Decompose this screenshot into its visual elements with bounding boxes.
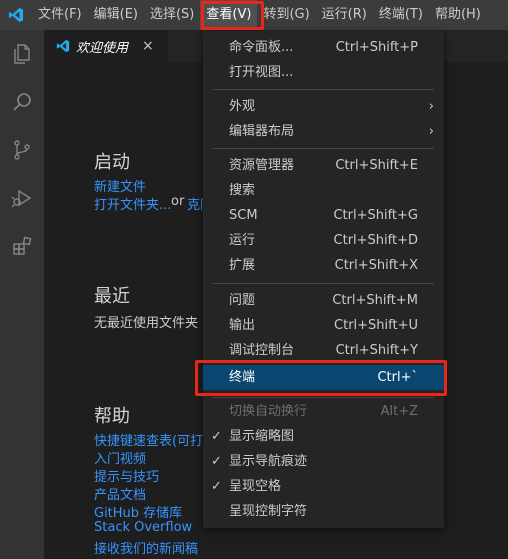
- menu-run[interactable]: 运行(R): [316, 0, 373, 30]
- run-debug-icon[interactable]: [0, 174, 44, 222]
- chevron-right-icon: ›: [428, 124, 434, 139]
- menu-item-editor-layout[interactable]: 编辑器布局 ›: [203, 119, 444, 144]
- menu-item-show-breadcrumbs[interactable]: ✓ 显示导航痕迹: [203, 449, 444, 474]
- vscode-logo-icon: [56, 39, 70, 53]
- menu-separator: [213, 89, 434, 90]
- menu-item-extensions[interactable]: 扩展 Ctrl+Shift+X: [203, 253, 444, 278]
- menu-item-show-minimap[interactable]: ✓ 显示缩略图: [203, 424, 444, 449]
- tab-title: 欢迎使用: [76, 40, 129, 56]
- start-heading: 启动: [94, 152, 130, 173]
- help-link[interactable]: 提示与技巧: [94, 466, 159, 485]
- menu-separator: [213, 397, 434, 398]
- menu-terminal[interactable]: 终端(T): [373, 0, 429, 30]
- menu-item-command-palette[interactable]: 命令面板... Ctrl+Shift+P: [203, 35, 444, 60]
- menu-selection[interactable]: 选择(S): [144, 0, 200, 30]
- new-file-link[interactable]: 新建文件: [94, 176, 146, 195]
- menu-item-problems[interactable]: 问题 Ctrl+Shift+M: [203, 288, 444, 313]
- menu-item-explorer[interactable]: 资源管理器 Ctrl+Shift+E: [203, 153, 444, 178]
- menu-item-search[interactable]: 搜索: [203, 178, 444, 203]
- menu-item-appearance[interactable]: 外观 ›: [203, 94, 444, 119]
- menu-item-render-whitespace[interactable]: ✓ 呈现空格: [203, 474, 444, 499]
- check-icon: ✓: [211, 429, 222, 444]
- chevron-right-icon: ›: [428, 99, 434, 114]
- menu-edit[interactable]: 编辑(E): [88, 0, 144, 30]
- view-menu-dropdown: 命令面板... Ctrl+Shift+P 打开视图... 外观 › 编辑器布局 …: [203, 31, 444, 528]
- activity-bar: [0, 30, 44, 559]
- vscode-logo-icon: [0, 0, 32, 30]
- menu-help[interactable]: 帮助(H): [429, 0, 487, 30]
- check-icon: ✓: [211, 454, 222, 469]
- menu-view[interactable]: 查看(V): [200, 0, 258, 30]
- help-link[interactable]: 入门视频: [94, 448, 146, 467]
- recent-heading: 最近: [94, 286, 130, 307]
- extensions-icon[interactable]: [0, 222, 44, 270]
- menu-bar: 文件(F) 编辑(E) 选择(S) 查看(V) 转到(G) 运行(R) 终端(T…: [0, 0, 508, 30]
- open-folder-link[interactable]: 打开文件夹...: [94, 194, 171, 213]
- help-link[interactable]: 接收我们的新闻稿: [94, 538, 198, 557]
- recent-empty-text: 无最近使用文件夹: [94, 316, 199, 331]
- or-text: or: [171, 194, 185, 209]
- menu-go[interactable]: 转到(G): [257, 0, 315, 30]
- menu-item-terminal[interactable]: 终端 Ctrl+`: [203, 365, 444, 390]
- help-link[interactable]: 快捷键速查表(可打: [94, 430, 203, 449]
- menu-item-scm[interactable]: SCM Ctrl+Shift+G: [203, 203, 444, 228]
- menu-separator: [213, 148, 434, 149]
- menu-separator: [213, 283, 434, 284]
- tab-welcome[interactable]: 欢迎使用 ×: [44, 30, 168, 62]
- menu-item-debug-console[interactable]: 调试控制台 Ctrl+Shift+Y: [203, 338, 444, 363]
- close-icon[interactable]: ×: [142, 38, 154, 54]
- search-icon[interactable]: [0, 78, 44, 126]
- source-control-icon[interactable]: [0, 126, 44, 174]
- menu-item-render-control-characters[interactable]: 呈现控制字符: [203, 499, 444, 524]
- menu-item-toggle-word-wrap[interactable]: 切换自动换行 Alt+Z: [203, 399, 444, 424]
- help-heading: 帮助: [94, 406, 130, 427]
- check-icon: ✓: [211, 479, 222, 494]
- help-link[interactable]: Stack Overflow: [94, 520, 192, 535]
- explorer-icon[interactable]: [0, 30, 44, 78]
- help-link[interactable]: GitHub 存储库: [94, 502, 182, 521]
- menu-item-output[interactable]: 输出 Ctrl+Shift+U: [203, 313, 444, 338]
- help-link[interactable]: 产品文档: [94, 484, 146, 503]
- menu-item-open-view[interactable]: 打开视图...: [203, 60, 444, 85]
- menu-file[interactable]: 文件(F): [32, 0, 88, 30]
- menu-item-run[interactable]: 运行 Ctrl+Shift+D: [203, 228, 444, 253]
